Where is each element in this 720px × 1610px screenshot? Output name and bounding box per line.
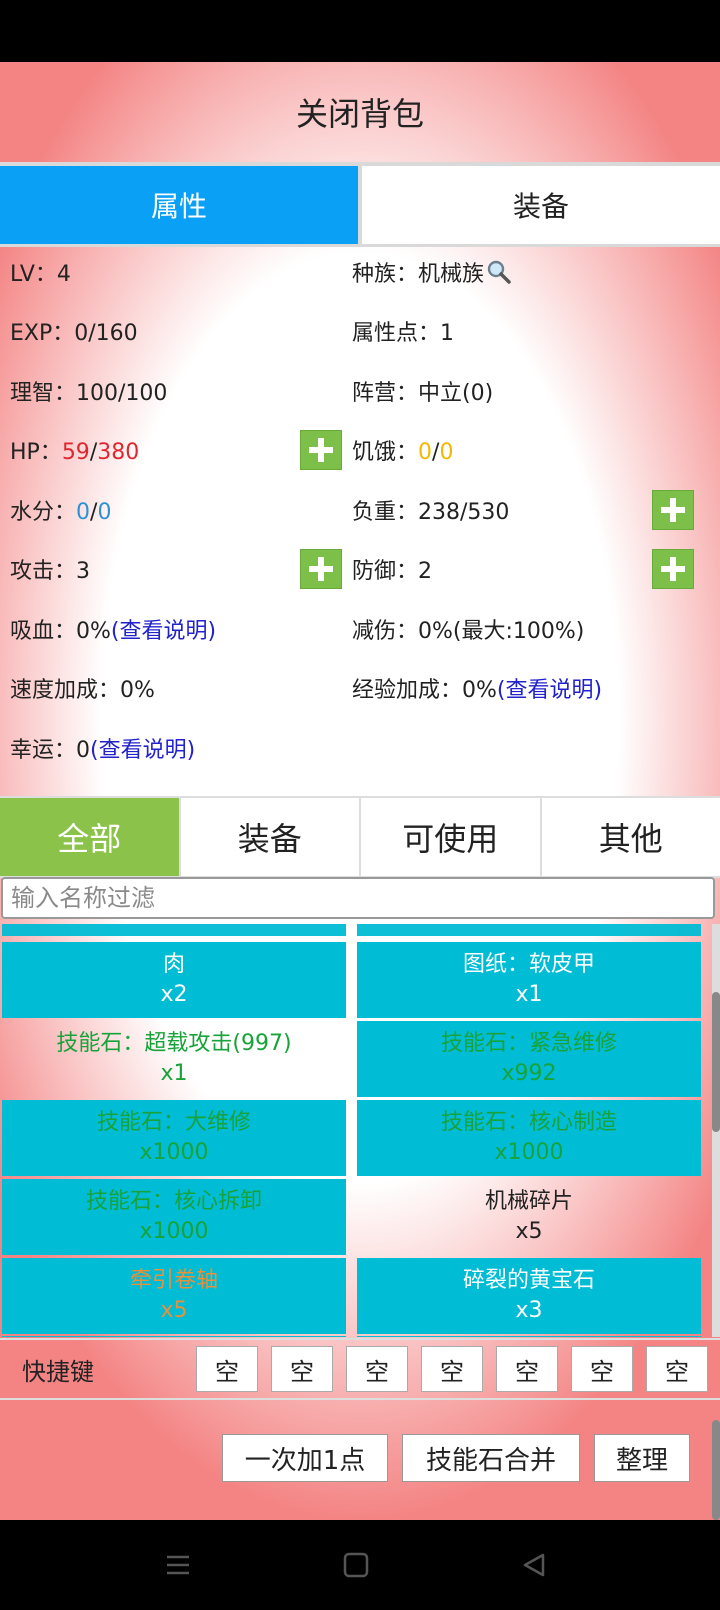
- item-count: x5: [515, 1219, 543, 1244]
- list-item[interactable]: 碎裂的黄宝石 x3: [357, 1258, 701, 1334]
- luck-help-link[interactable]: (查看说明): [90, 738, 195, 763]
- quick-slot[interactable]: 空: [496, 1346, 558, 1392]
- add-load-button[interactable]: [652, 490, 694, 530]
- category-usable[interactable]: 可使用: [359, 798, 540, 876]
- list-item-partial: [2, 1336, 346, 1337]
- list-item[interactable]: 技能石：超载攻击(997) x1: [2, 1021, 346, 1097]
- stat-speed-bonus: 速度加成：0%: [10, 678, 155, 703]
- item-name: 技能石：核心制造: [440, 1110, 617, 1135]
- item-count: x2: [160, 982, 188, 1007]
- list-item[interactable]: 牵引卷轴 x5: [2, 1258, 346, 1334]
- close-backpack-button[interactable]: 关闭背包: [0, 62, 720, 162]
- stat-camp: 阵营：中立(0): [352, 381, 494, 406]
- quickbar-label: 快捷键: [22, 1358, 94, 1386]
- category-other[interactable]: 其他: [539, 798, 720, 876]
- home-icon[interactable]: [336, 1548, 376, 1582]
- stat-water: 水分：0/0: [10, 500, 112, 525]
- item-count: x1000: [139, 1140, 209, 1165]
- list-item[interactable]: 技能石：核心制造 x1000: [357, 1100, 701, 1176]
- add-defense-button[interactable]: [652, 549, 694, 589]
- stat-race: 种族：机械族: [352, 256, 512, 291]
- sort-button[interactable]: 整理: [594, 1434, 690, 1482]
- category-equipment[interactable]: 装备: [178, 798, 359, 876]
- list-item[interactable]: 机械碎片 x5: [357, 1179, 701, 1255]
- list-item[interactable]: 肉 x2: [2, 942, 346, 1018]
- plus-icon: [661, 498, 685, 522]
- stat-load: 负重：238/530: [352, 500, 510, 525]
- category-all[interactable]: 全部: [0, 798, 179, 876]
- item-count: x992: [501, 1061, 557, 1086]
- merge-skill-stones-button[interactable]: 技能石合并: [402, 1434, 580, 1482]
- quick-slot[interactable]: 空: [346, 1346, 408, 1392]
- add-hp-button[interactable]: [300, 430, 342, 470]
- list-item-partial: [357, 1336, 701, 1337]
- item-count: x5: [160, 1298, 188, 1323]
- item-name: 碎裂的黄宝石: [462, 1268, 595, 1293]
- item-name: 技能石：大维修: [96, 1110, 251, 1135]
- list-item[interactable]: 技能石：紧急维修 x992: [357, 1021, 701, 1097]
- list-item[interactable]: 技能石：大维修 x1000: [2, 1100, 346, 1176]
- list-item[interactable]: 图纸：软皮甲 x1: [357, 942, 701, 1018]
- stat-attribute-points: 属性点：1: [352, 321, 455, 346]
- plus-icon: [309, 557, 333, 581]
- tab-attributes[interactable]: 属性: [0, 166, 358, 244]
- add-attack-button[interactable]: [300, 549, 342, 589]
- item-count: x1000: [139, 1219, 209, 1244]
- status-bar: [0, 0, 720, 62]
- item-count: x3: [515, 1298, 543, 1323]
- category-tabs: 全部 装备 可使用 其他: [0, 796, 720, 878]
- plus-icon: [309, 438, 333, 462]
- list-item-partial: [357, 924, 701, 936]
- menu-icon[interactable]: [158, 1548, 198, 1582]
- list-item-partial: [2, 924, 346, 936]
- stat-sanity: 理智：100/100: [10, 381, 168, 406]
- item-name: 技能石：紧急维修: [440, 1031, 617, 1056]
- quickbar: 快捷键 空 空 空 空 空 空 空: [0, 1338, 720, 1400]
- stat-hp: HP：59/380: [10, 440, 140, 465]
- exp-bonus-help-link[interactable]: (查看说明): [497, 678, 602, 703]
- item-count: x1: [515, 982, 543, 1007]
- item-grid: 肉 x2 图纸：软皮甲 x1 技能石：超载攻击(997) x1 技能石：紧急维修 x99…: [0, 924, 710, 1337]
- quick-slot[interactable]: 空: [646, 1346, 708, 1392]
- quick-slot[interactable]: 空: [196, 1346, 258, 1392]
- stat-hunger: 饥饿：0/0: [352, 440, 454, 465]
- magnifier-icon[interactable]: [486, 259, 512, 291]
- navigation-bar: [0, 1520, 720, 1610]
- stat-damage-reduction: 减伤：0%(最大:100%): [352, 619, 585, 644]
- divider: [0, 244, 720, 247]
- stat-lv: LV：4: [10, 262, 71, 287]
- back-icon[interactable]: [514, 1548, 554, 1582]
- tab-equipment[interactable]: 装备: [358, 166, 720, 244]
- item-name: 技能石：核心拆卸: [85, 1189, 262, 1214]
- backpack-panel: 关闭背包 属性 装备 LV：4 EXP：0/160 理智：100/100 HP：…: [0, 62, 720, 1520]
- add-one-point-button[interactable]: 一次加1点: [222, 1434, 388, 1482]
- stat-defense: 防御：2: [352, 559, 433, 584]
- item-list-scrollbar-thumb[interactable]: [712, 992, 720, 1132]
- lifesteal-help-link[interactable]: (查看说明): [111, 619, 216, 644]
- panel-scrollbar-thumb[interactable]: [712, 1420, 720, 1520]
- quick-slot[interactable]: 空: [571, 1346, 633, 1392]
- stat-exp: EXP：0/160: [10, 321, 138, 346]
- item-count: x1000: [494, 1140, 564, 1165]
- tab-bar: 属性 装备: [0, 166, 720, 244]
- quick-slot[interactable]: 空: [271, 1346, 333, 1392]
- item-name: 牵引卷轴: [129, 1268, 218, 1293]
- name-filter-input[interactable]: [1, 877, 715, 919]
- item-name: 机械碎片: [484, 1189, 573, 1214]
- stat-exp-bonus: 经验加成：0%(查看说明): [352, 678, 603, 703]
- list-item[interactable]: 技能石：核心拆卸 x1000: [2, 1179, 346, 1255]
- item-name: 技能石：超载攻击(997): [56, 1031, 292, 1056]
- plus-icon: [661, 557, 685, 581]
- stat-lifesteal: 吸血：0%(查看说明): [10, 619, 217, 644]
- stat-luck: 幸运：0(查看说明): [10, 738, 196, 763]
- item-name: 图纸：软皮甲: [462, 952, 595, 977]
- stat-attack: 攻击：3: [10, 559, 91, 584]
- item-count: x1: [160, 1061, 188, 1086]
- item-name: 肉: [162, 952, 185, 977]
- quick-slot[interactable]: 空: [421, 1346, 483, 1392]
